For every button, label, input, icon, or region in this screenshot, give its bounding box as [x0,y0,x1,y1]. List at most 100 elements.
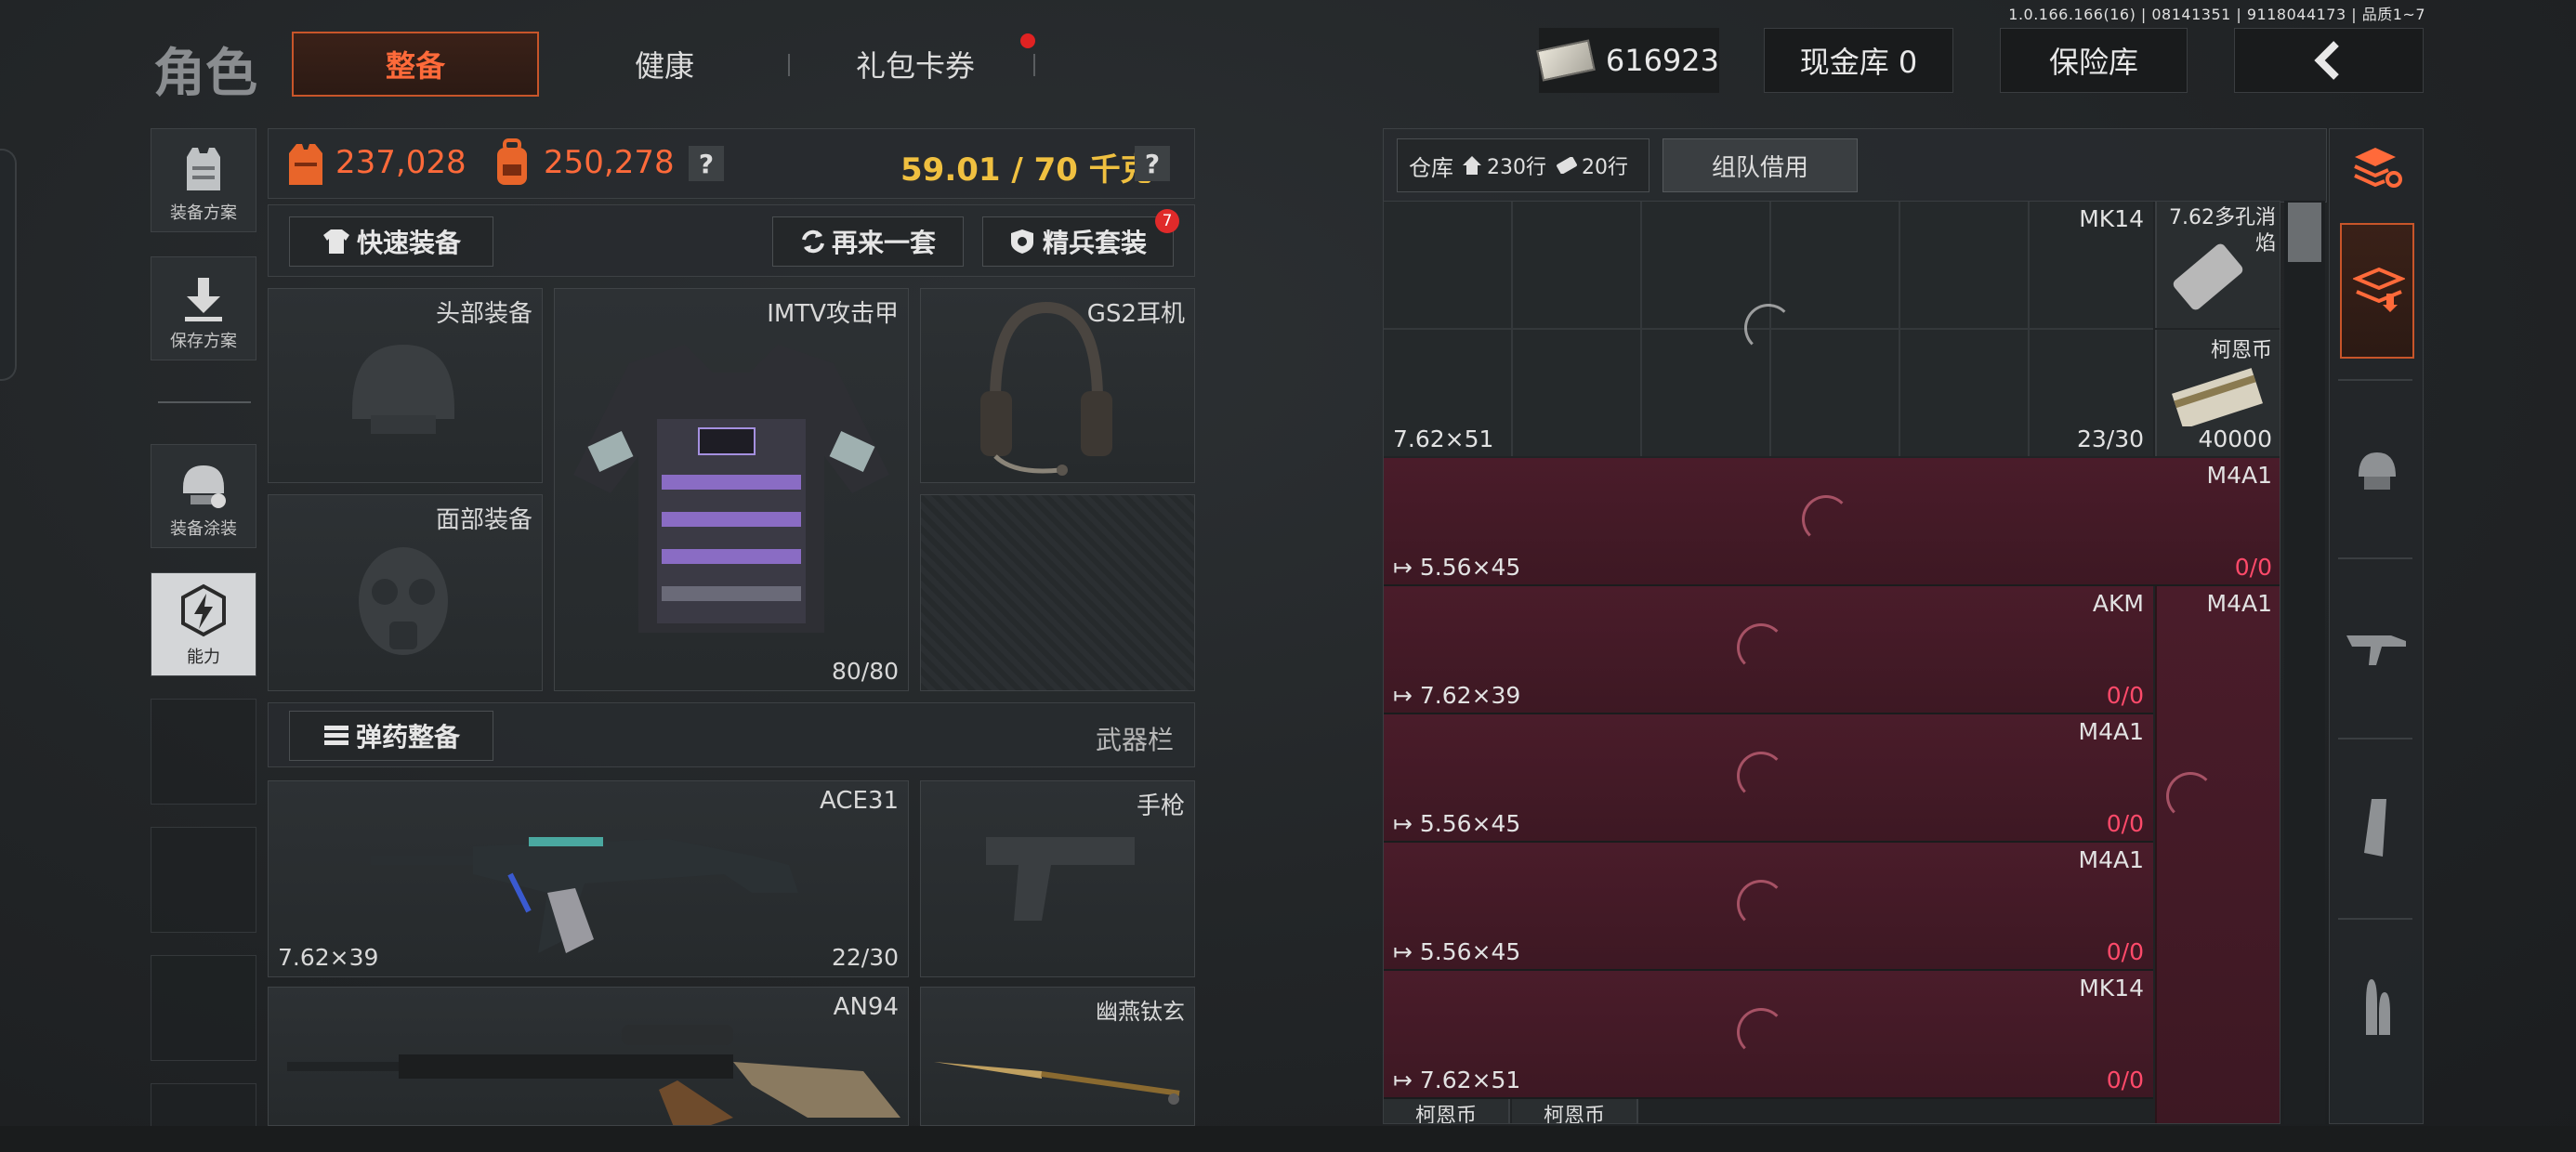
armor-slot[interactable]: IMTV攻击甲 80/80 [554,288,909,691]
armor-vest-icon [573,345,889,633]
pistol-slot[interactable]: 手枪 [920,780,1195,977]
item-name: 柯恩币 [2210,339,2272,362]
warehouse-item-suppressor[interactable]: 7.62多孔消焰 [2155,202,2280,328]
equip-value-2: 250,278 [544,144,675,181]
ticket-icon [1557,157,1577,174]
item-count: 40000 [2198,425,2272,452]
item-caliber: ↦ 5.56×45 [1393,938,1521,965]
tab-health[interactable]: 健康 [576,32,753,97]
chevron-left-icon [2314,41,2339,80]
loading-spinner [2166,772,2215,820]
sidebar-item-paint[interactable]: 装备涂装 [151,444,256,548]
edge-drawer-handle[interactable] [0,149,17,381]
warehouse-info[interactable]: 仓库 230行 20行 [1397,138,1649,192]
cash-vault-button[interactable]: 现金库 0 [1764,28,1953,93]
category-armor[interactable] [2342,427,2412,511]
item-name: AKM [2092,590,2144,617]
layers-download-icon [2353,267,2405,312]
item-name: M4A1 [2206,462,2272,489]
warehouse-scrollbar[interactable] [2284,201,2325,1124]
item-caliber: ↦ 7.62×51 [1393,1067,1521,1093]
quick-equip-button[interactable]: 快速装备 [289,216,493,267]
sidebar-item-save-plan[interactable]: 保存方案 [151,256,256,360]
helmet-vest-icon [2359,452,2396,490]
vest-value-icon [289,144,322,185]
game-screen: 1.0.166.166(16) | 08141351 | 9118044173 … [0,0,2576,1152]
scrollbar-thumb[interactable] [2288,203,2321,262]
sidebar-divider [158,401,251,403]
suppressor-icon [2173,243,2243,310]
empty-sidebar-slot [151,955,256,1061]
weight-help-button[interactable]: ? [1135,146,1170,181]
category-all[interactable] [2342,130,2412,204]
bottom-bar [0,1126,2576,1152]
warehouse-rows: 230行 [1487,156,1546,179]
item-caliber: ↦ 5.56×45 [1393,810,1521,837]
warehouse-row[interactable]: AKM ↦ 7.62×39 0/0 [1384,586,2153,714]
item-ammo: 0/0 [2106,1067,2144,1093]
ammo-icon [323,726,348,745]
sidebar-item-equip-plan[interactable]: 装备方案 [151,128,256,232]
lightning-hex-icon [181,583,226,637]
quick-equip-label: 快速装备 [356,228,461,258]
pistol-label: 手枪 [1136,792,1185,820]
category-weapons[interactable] [2342,604,2412,687]
category-divider [2338,738,2412,740]
item-name: M4A1 [2206,590,2272,617]
category-tab-active[interactable] [2340,223,2414,359]
head-gear-slot[interactable]: 头部装备 [268,288,543,483]
headset-icon [980,301,1112,476]
category-divider [2338,379,2412,381]
bullet-icon [2366,979,2390,1035]
warehouse-row[interactable]: M4A1 ↦ 5.56×45 0/0 [1384,843,2153,971]
insurance-vault-button[interactable]: 保险库 [2000,28,2188,93]
loading-spinner [1737,880,1785,928]
item-name: M4A1 [2078,718,2144,745]
tab-equip[interactable]: 整备 [292,32,539,97]
secondary-weapon-slot[interactable]: AN94 [268,987,909,1126]
warehouse-row[interactable]: M4A1 ↦ 5.56×45 0/0 [1384,458,2280,586]
helmet-paint-icon [183,465,226,508]
category-magazines[interactable] [2342,786,2412,870]
ammo-equip-button[interactable]: 弹药整备 [289,711,493,761]
primary-weapon-slot[interactable]: ACE31 7.62×39 22/30 [268,780,909,977]
warehouse-item-coins-bottom[interactable]: 柯恩币 [1384,1099,1510,1123]
item-caliber: 7.62×51 [1393,425,1494,452]
tab-gift-cards[interactable]: 礼包卡券 [818,32,1013,97]
item-ammo: 23/30 [2076,425,2144,452]
weight-text: 59.01 / 70 千克 [900,151,1152,189]
sidebar-item-ability[interactable]: 能力 [151,572,256,676]
warehouse-row[interactable]: M4A1 ↦ 5.56×45 0/0 [1384,714,2153,843]
head-gear-label: 头部装备 [435,300,532,328]
face-gear-slot[interactable]: 面部装备 [268,494,543,691]
warehouse-item-mk14[interactable]: MK14 7.62×51 23/30 [1384,202,2153,456]
cash-stack-icon [2172,368,2263,426]
action-bar: 快速装备 再来一套 精兵套装 7 [268,204,1195,277]
headset-slot[interactable]: GS2耳机 [920,288,1195,483]
back-button[interactable] [2234,28,2424,93]
warehouse-item-coins-bottom[interactable]: 柯恩币 [1512,1099,1638,1123]
version-text: 1.0.166.166(16) | 08141351 | 9118044173 … [2008,6,2425,23]
sidebar-item-label: 保存方案 [170,332,237,351]
empty-sidebar-slot [151,827,256,933]
shirt-icon [322,229,349,254]
category-ammo[interactable] [2342,966,2412,1050]
armor-durability: 80/80 [831,658,899,685]
help-button[interactable]: ? [689,146,724,181]
another-set-button[interactable]: 再来一套 [772,216,964,267]
sidebar-item-label: 装备涂装 [170,519,237,539]
item-name: M4A1 [2078,846,2144,873]
melee-slot[interactable]: 幽燕钛玄 [920,987,1195,1126]
ticket-rows: 20行 [1582,156,1628,179]
warehouse-item-m4a1-tall[interactable]: M4A1 [2155,586,2280,1123]
empty-gear-slot[interactable] [920,494,1195,691]
warehouse-row[interactable]: MK14 ↦ 7.62×51 0/0 [1384,971,2153,1099]
category-divider [2338,918,2412,920]
team-borrow-button[interactable]: 组队借用 [1663,138,1858,192]
elite-set-button[interactable]: 精兵套装 [982,216,1174,267]
item-caliber: ↦ 5.56×45 [1393,554,1521,581]
backpack-value-icon [497,138,527,185]
money-value: 616923 [1605,43,1719,78]
sidebar-item-label: 装备方案 [170,203,237,223]
warehouse-item-coins[interactable]: 柯恩币 40000 [2155,330,2280,456]
